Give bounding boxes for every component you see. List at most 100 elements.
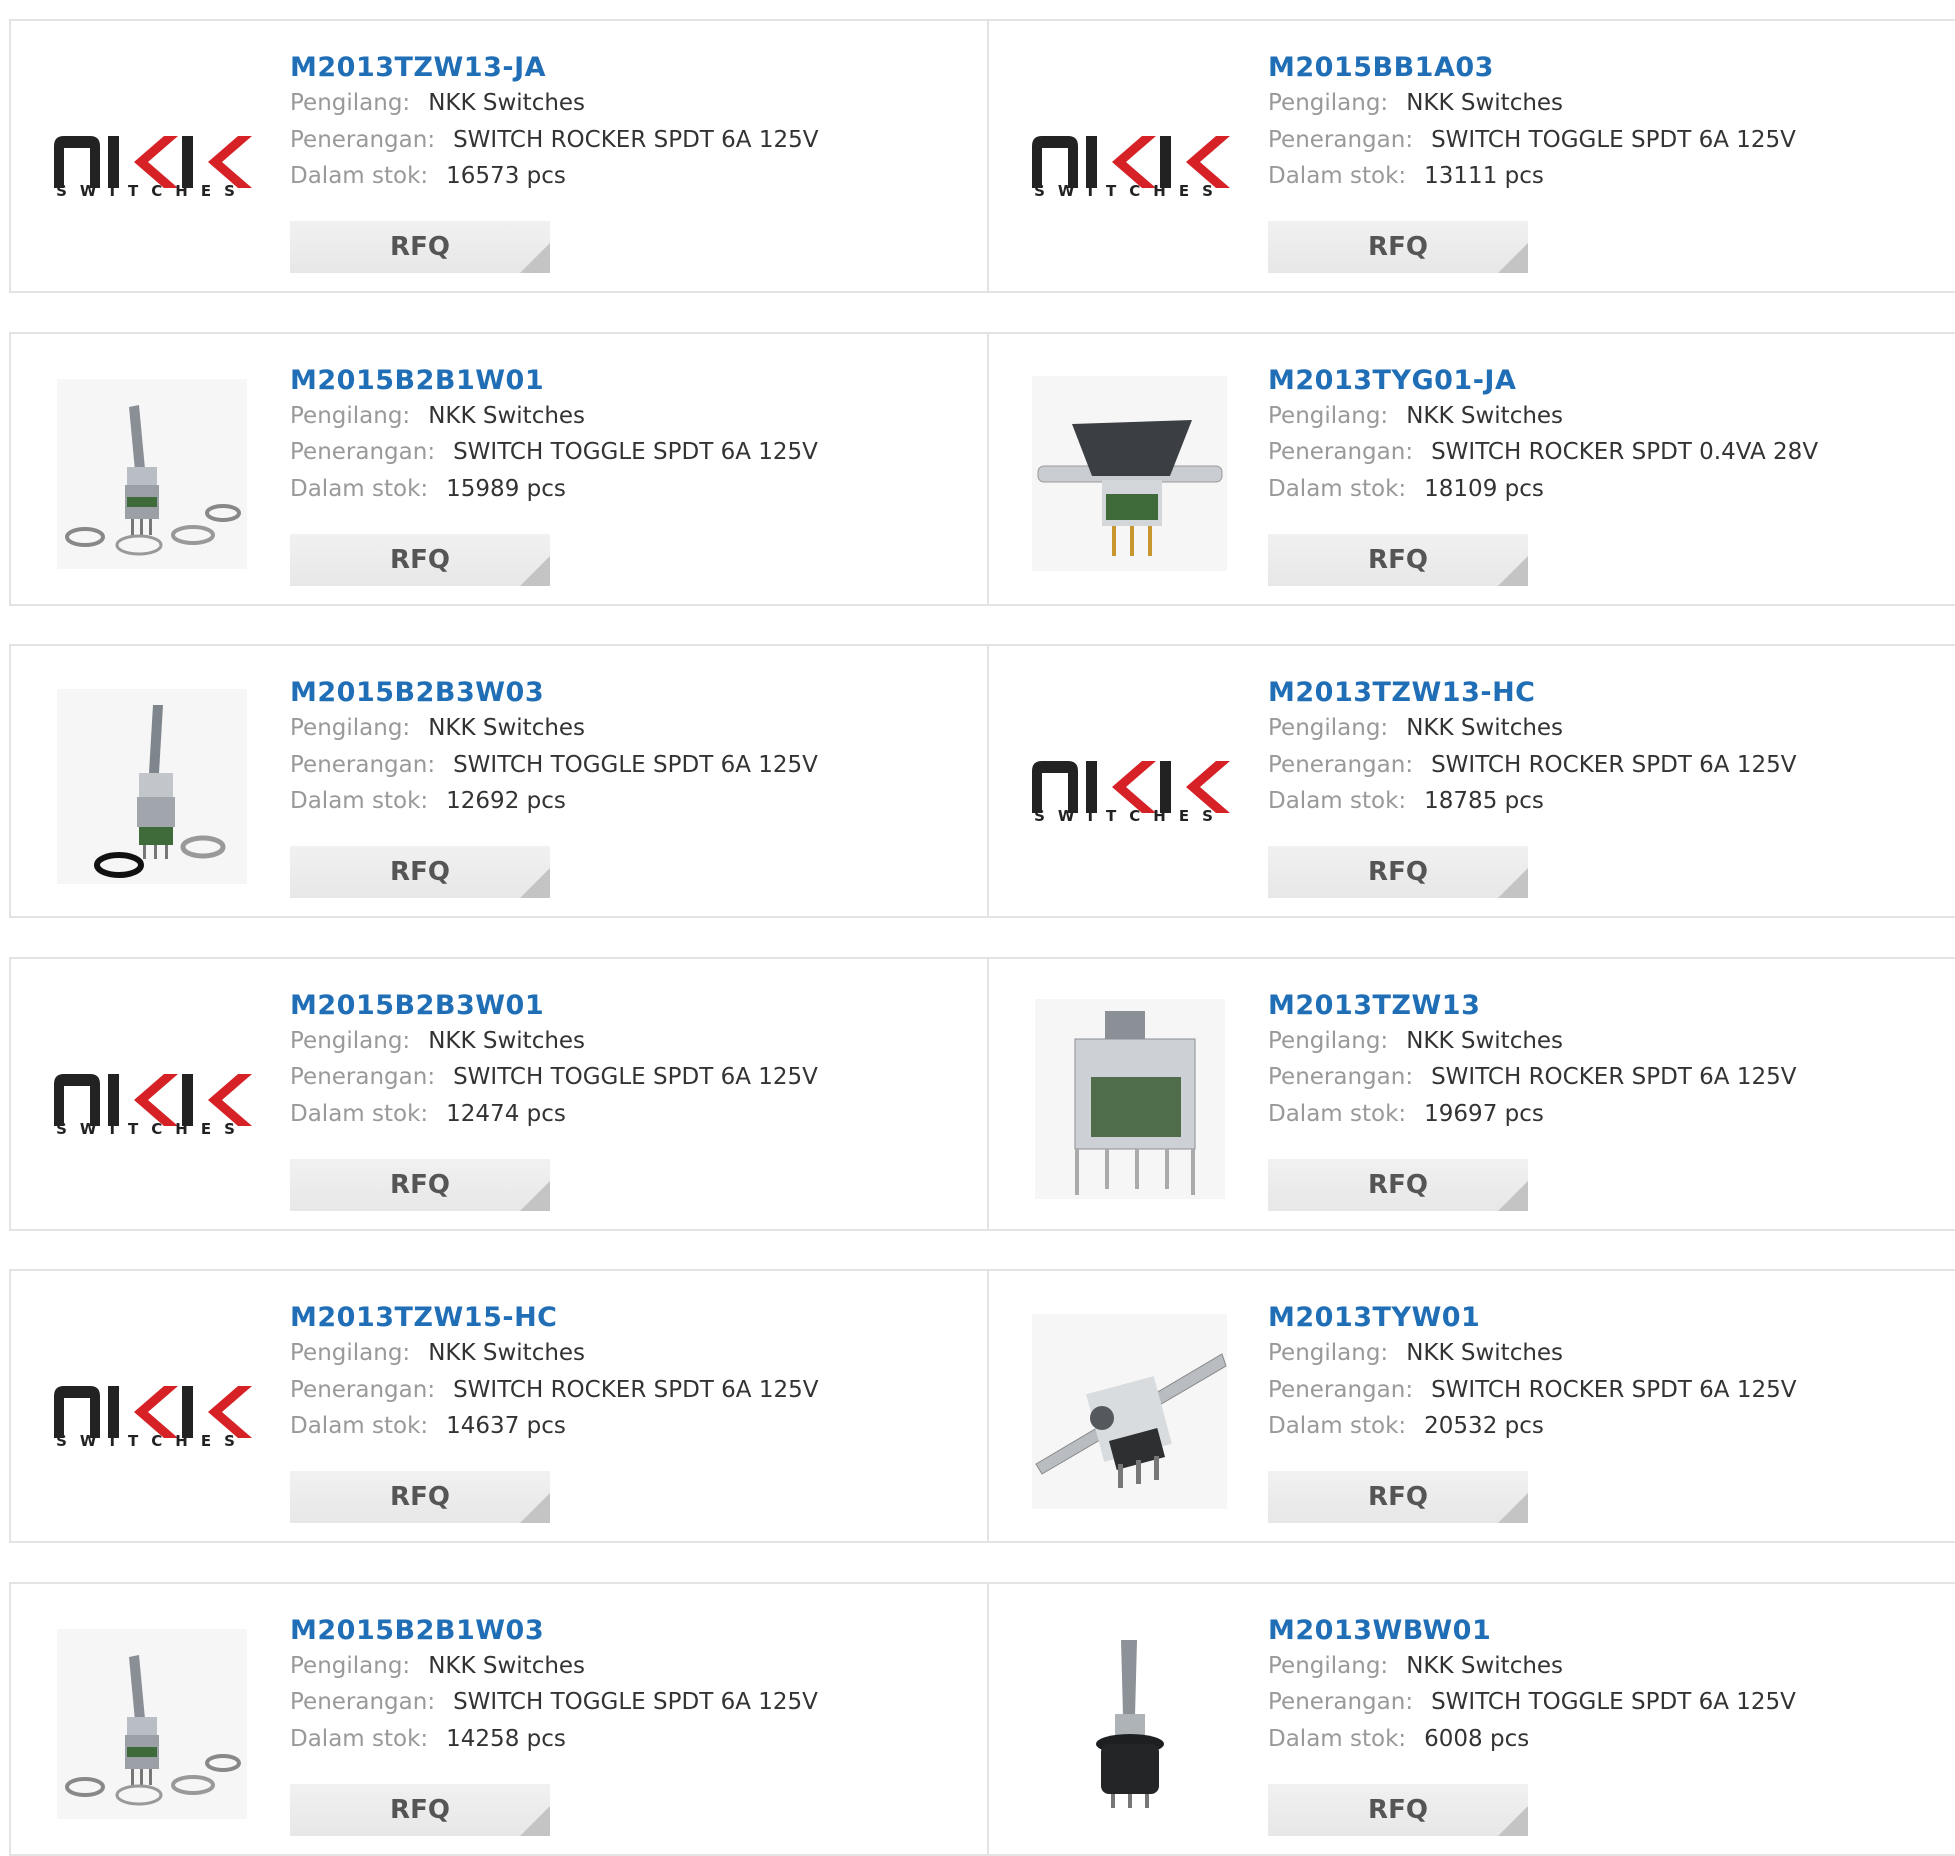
part-number-link[interactable]: M2015BB1A03	[1268, 51, 1796, 85]
stock-row: Dalam stok: 12474 pcs	[290, 1096, 818, 1133]
rfq-button[interactable]: RFQ	[1268, 846, 1528, 898]
part-number-link[interactable]: M2013WBW01	[1268, 1614, 1796, 1648]
rfq-button[interactable]: RFQ	[290, 221, 550, 273]
part-number-link[interactable]: M2015B2B1W03	[290, 1614, 818, 1648]
product-card: M2013WBW01 Pengilang: NKK Switches Penera…	[989, 1584, 1955, 1854]
description-label: Penerangan:	[1268, 439, 1414, 465]
rfq-button[interactable]: RFQ	[1268, 1158, 1528, 1211]
product-info: M2015B2B1W03 Pengilang: NKK Switches Pene…	[290, 1614, 818, 1758]
rfq-button[interactable]: RFQ	[290, 533, 550, 586]
rfq-label: RFQ	[1368, 1169, 1428, 1200]
description-value: SWITCH TOGGLE SPDT 6A 125V	[453, 1689, 818, 1715]
corner-triangle-icon	[520, 1180, 550, 1211]
rfq-button[interactable]: RFQ	[290, 1783, 550, 1836]
part-number-link[interactable]: M2013TZW15-HC	[290, 1301, 818, 1335]
manufacturer-label: Pengilang:	[290, 1027, 411, 1054]
description-label: Penerangan:	[1268, 1376, 1414, 1403]
stock-label: Dalam stok:	[1268, 1100, 1407, 1127]
rfq-button[interactable]: RFQ	[1268, 221, 1528, 273]
description-row: Penerangan: SWITCH TOGGLE SPDT 6A 125V	[1268, 122, 1796, 159]
manufacturer-value: NKK Switches	[1406, 1340, 1564, 1366]
stock-value: 12692 pcs	[446, 788, 566, 814]
product-image[interactable]	[1027, 374, 1232, 574]
product-info: M2015B2B1W01 Pengilang: NKK Switches Pene…	[290, 364, 818, 508]
product-card: M2015B2B1W01 Pengilang: NKK Switches Pene…	[11, 333, 989, 604]
product-row: SWITCHES M2013TZW15-HC Pengilang: NKK Swi…	[9, 1269, 1955, 1543]
description-row: Penerangan: SWITCH TOGGLE SPDT 6A 125V	[290, 1059, 818, 1096]
product-image[interactable]	[1027, 1311, 1232, 1511]
manufacturer-label: Pengilang:	[290, 1340, 411, 1366]
part-number-link[interactable]: M2015B2B3W03	[290, 676, 818, 710]
part-number-link[interactable]: M2013TZW13	[1268, 989, 1796, 1023]
part-number-link[interactable]: M2015B2B3W01	[290, 989, 818, 1023]
stock-value: 16573 pcs	[446, 163, 566, 189]
part-number-link[interactable]: M2013TZW13-JA	[290, 51, 818, 85]
rfq-label: RFQ	[1368, 1794, 1428, 1825]
stock-label: Dalam stok:	[290, 1100, 429, 1127]
manufacturer-row: Pengilang: NKK Switches	[290, 1648, 818, 1685]
rfq-label: RFQ	[390, 1794, 450, 1825]
manufacturer-label: Pengilang:	[1268, 402, 1389, 429]
rfq-button[interactable]: RFQ	[290, 1471, 550, 1523]
product-card: M2013TYW01 Pengilang: NKK Switches Penera…	[989, 1271, 1955, 1541]
stock-label: Dalam stok:	[290, 163, 429, 189]
product-image[interactable]: SWITCHES	[49, 999, 254, 1199]
description-label: Penerangan:	[290, 439, 436, 465]
stock-label: Dalam stok:	[290, 1725, 429, 1752]
product-info: M2013TZW13-JA Pengilang: NKK Switches Pen…	[290, 51, 818, 195]
product-card: SWITCHES M2013TZW13-JA Pengilang: NKK Swi…	[11, 21, 989, 291]
rfq-button[interactable]: RFQ	[1268, 1783, 1528, 1836]
description-label: Penerangan:	[1268, 1064, 1414, 1090]
product-card: M2013TZW13 Pengilang: NKK Switches Penera…	[989, 959, 1955, 1229]
product-image[interactable]	[49, 1624, 254, 1824]
description-label: Penerangan:	[1268, 126, 1414, 153]
description-label: Penerangan:	[290, 1689, 436, 1715]
product-image[interactable]: SWITCHES	[1027, 61, 1232, 261]
product-image[interactable]	[49, 374, 254, 574]
rfq-label: RFQ	[390, 232, 450, 262]
stock-row: Dalam stok: 13111 pcs	[1268, 158, 1796, 195]
product-card: SWITCHES M2015BB1A03 Pengilang: NKK Switc…	[989, 21, 1955, 291]
manufacturer-label: Pengilang:	[290, 715, 411, 741]
stock-row: Dalam stok: 16573 pcs	[290, 158, 818, 195]
stock-row: Dalam stok: 18109 pcs	[1268, 471, 1818, 508]
rfq-button[interactable]: RFQ	[290, 1158, 550, 1211]
product-card: SWITCHES M2013TZW15-HC Pengilang: NKK Swi…	[11, 1271, 989, 1541]
part-number-link[interactable]: M2015B2B1W01	[290, 364, 818, 398]
stock-row: Dalam stok: 19697 pcs	[1268, 1096, 1796, 1133]
rfq-button[interactable]: RFQ	[1268, 533, 1528, 586]
manufacturer-label: Pengilang:	[290, 1652, 411, 1679]
manufacturer-label: Pengilang:	[1268, 90, 1389, 116]
description-value: SWITCH ROCKER SPDT 6A 125V	[1431, 1064, 1797, 1090]
product-image[interactable]	[1027, 1624, 1232, 1824]
manufacturer-value: NKK Switches	[428, 1027, 586, 1054]
stock-value: 13111 pcs	[1424, 163, 1544, 189]
product-image[interactable]: SWITCHES	[49, 1311, 254, 1511]
manufacturer-value: NKK Switches	[428, 402, 586, 429]
description-label: Penerangan:	[1268, 751, 1414, 778]
product-image[interactable]	[1027, 998, 1232, 1199]
description-label: Penerangan:	[290, 1376, 436, 1403]
product-grid: SWITCHES M2013TZW13-JA Pengilang: NKK Swi…	[0, 0, 1955, 1856]
product-image[interactable]: SWITCHES	[49, 61, 254, 261]
stock-row: Dalam stok: 18785 pcs	[1268, 783, 1796, 820]
rfq-label: RFQ	[390, 1169, 450, 1200]
manufacturer-value: NKK Switches	[428, 715, 586, 741]
stock-label: Dalam stok:	[290, 475, 429, 502]
stock-label: Dalam stok:	[1268, 1725, 1407, 1752]
rfq-label: RFQ	[1368, 1482, 1428, 1512]
stock-row: Dalam stok: 6008 pcs	[1268, 1721, 1796, 1758]
product-image[interactable]: SWITCHES	[1027, 686, 1232, 886]
part-number-link[interactable]: M2013TYW01	[1268, 1301, 1796, 1335]
part-number-link[interactable]: M2013TYG01-JA	[1268, 364, 1818, 398]
rfq-button[interactable]: RFQ	[1268, 1471, 1528, 1523]
corner-triangle-icon	[1498, 555, 1528, 586]
description-row: Penerangan: SWITCH TOGGLE SPDT 6A 125V	[290, 434, 818, 471]
rfq-label: RFQ	[390, 857, 450, 887]
part-number-link[interactable]: M2013TZW13-HC	[1268, 676, 1796, 710]
rfq-button[interactable]: RFQ	[290, 846, 550, 898]
stock-row: Dalam stok: 14637 pcs	[290, 1408, 818, 1445]
stock-value: 12474 pcs	[446, 1100, 566, 1127]
description-row: Penerangan: SWITCH ROCKER SPDT 6A 125V	[1268, 747, 1796, 784]
product-image[interactable]	[49, 686, 254, 886]
